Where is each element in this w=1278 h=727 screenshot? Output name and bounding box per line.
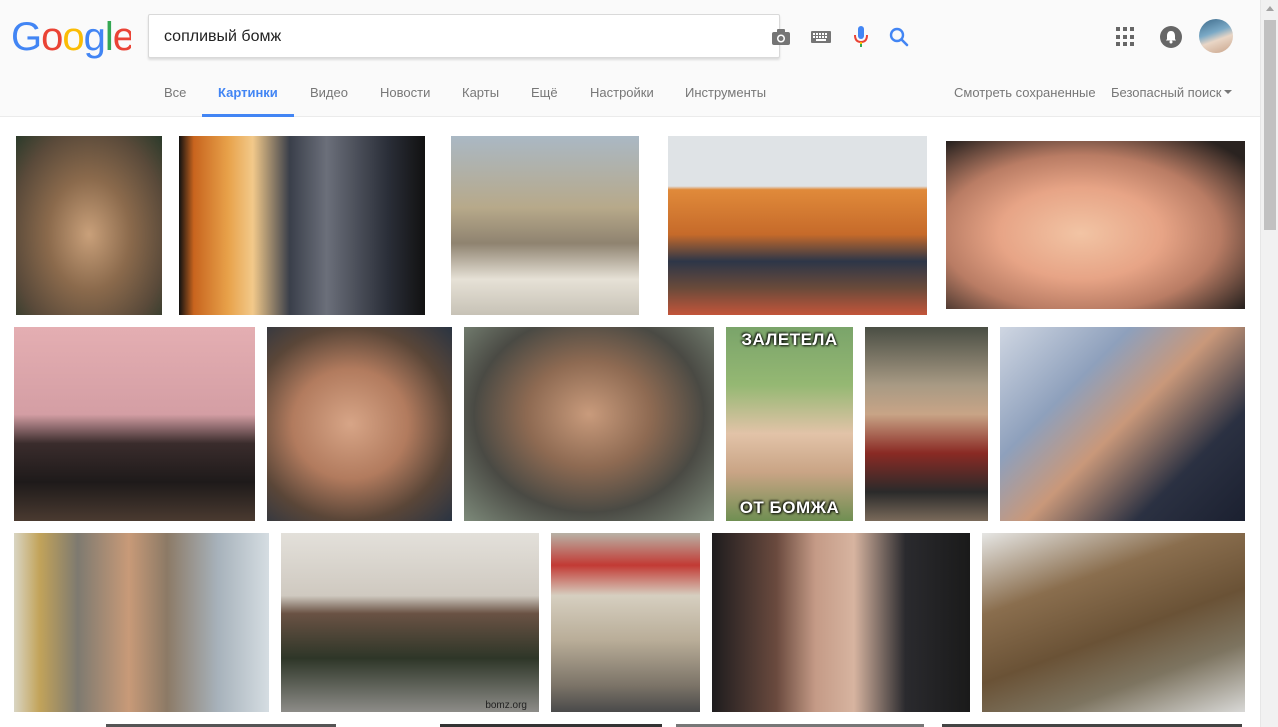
- image-result[interactable]: [267, 327, 452, 521]
- bell-icon[interactable]: [1160, 26, 1182, 48]
- google-images-page: Google Все: [0, 0, 1278, 727]
- search-input[interactable]: [164, 26, 604, 48]
- image-result[interactable]: [551, 533, 700, 712]
- scroll-up-arrow-icon[interactable]: [1266, 6, 1274, 11]
- keyboard-icon[interactable]: [809, 25, 833, 49]
- tab-settings[interactable]: Настройки: [590, 72, 654, 117]
- image-result[interactable]: [179, 136, 425, 315]
- image-result[interactable]: [1000, 327, 1245, 521]
- caret-down-icon: [1224, 90, 1233, 95]
- image-result[interactable]: [14, 533, 269, 712]
- saved-images-link[interactable]: Смотреть сохраненные: [954, 72, 1096, 117]
- page-scrollbar[interactable]: [1260, 0, 1278, 727]
- tab-tools[interactable]: Инструменты: [685, 72, 766, 117]
- image-result[interactable]: [451, 136, 639, 315]
- image-result[interactable]: [464, 327, 714, 521]
- search-tabs: Все Картинки Видео Новости Карты Ещё Нас…: [0, 72, 1260, 117]
- image-result[interactable]: [712, 533, 970, 712]
- tab-more[interactable]: Ещё: [531, 72, 558, 117]
- image-result[interactable]: bomz.org: [281, 533, 539, 712]
- svg-text:Google: Google: [11, 15, 131, 59]
- google-logo[interactable]: Google: [11, 15, 131, 59]
- account-avatar[interactable]: [1199, 19, 1233, 53]
- watermark-text: bomz.org: [485, 700, 527, 711]
- tab-news[interactable]: Новости: [380, 72, 430, 117]
- tab-images[interactable]: Картинки: [202, 72, 294, 117]
- image-result[interactable]: ЗАЛЕТЕЛА ОТ БОМЖА: [726, 327, 853, 521]
- safe-search-label: Безопасный поиск: [1111, 85, 1222, 100]
- scrollbar-thumb[interactable]: [1264, 20, 1276, 230]
- tab-video[interactable]: Видео: [310, 72, 348, 117]
- header: Google Все: [0, 0, 1260, 117]
- camera-icon[interactable]: [769, 25, 793, 49]
- microphone-icon[interactable]: [849, 25, 873, 49]
- image-result[interactable]: [865, 327, 988, 521]
- meme-bottom-caption: ОТ БОМЖА: [739, 498, 840, 517]
- search-icon[interactable]: [887, 25, 911, 49]
- tab-all[interactable]: Все: [164, 72, 186, 117]
- image-result[interactable]: [982, 533, 1245, 712]
- apps-grid-icon[interactable]: [1116, 27, 1136, 47]
- tab-maps[interactable]: Карты: [462, 72, 499, 117]
- meme-top-caption: ЗАЛЕТЕЛА: [741, 330, 838, 349]
- search-box: [148, 14, 909, 58]
- safe-search-dropdown[interactable]: Безопасный поиск: [1111, 72, 1233, 117]
- image-result[interactable]: [946, 141, 1245, 309]
- image-result[interactable]: [14, 327, 255, 521]
- image-result[interactable]: [16, 136, 162, 315]
- image-result[interactable]: [668, 136, 927, 315]
